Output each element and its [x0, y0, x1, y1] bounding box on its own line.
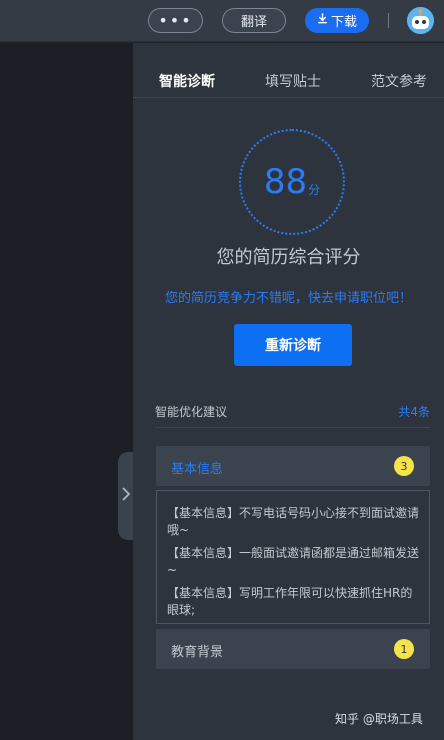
- download-button[interactable]: 下载: [305, 8, 369, 33]
- download-label: 下载: [330, 15, 357, 30]
- more-options-button[interactable]: •••: [148, 8, 203, 33]
- robot-avatar-icon[interactable]: [407, 7, 434, 34]
- tab-smart-diagnosis[interactable]: 智能诊断: [159, 71, 215, 91]
- score-title: 您的简历综合评分: [216, 247, 361, 268]
- tip-item: 【基本信息】写明工作年限可以快速抓住HR的眼球;: [167, 586, 413, 617]
- chevron-right-icon: [121, 486, 131, 506]
- left-workspace: [0, 43, 133, 740]
- divider: [155, 427, 430, 428]
- download-icon: [317, 13, 328, 28]
- score-value: 88: [263, 162, 308, 202]
- top-toolbar: ••• 翻译 下载: [0, 0, 444, 42]
- score-description: 您的简历竞争力不错呢，快去申请职位吧！: [164, 291, 412, 306]
- panel-collapse-handle[interactable]: [118, 452, 134, 540]
- diagnosis-panel: 智能诊断 填写贴士 范文参考 88 分 您的简历综合评分 您的简历竞争力不错呢，…: [133, 43, 444, 740]
- tip-item: 【基本信息】不写电话号码小心接不到面试邀请哦~: [167, 506, 420, 537]
- tab-writing-tips[interactable]: 填写贴士: [265, 71, 321, 91]
- panel-tabs: 智能诊断 填写贴士 范文参考: [133, 43, 444, 98]
- tip-item: 【基本信息】一般面试邀请函都是通过邮箱发送~: [167, 546, 420, 577]
- tab-sample-reference[interactable]: 范文参考: [371, 71, 427, 91]
- suggestions-heading: 智能优化建议: [155, 405, 228, 419]
- section-title: 基本信息: [171, 462, 224, 477]
- section-basic-info[interactable]: 基本信息 3: [156, 446, 430, 486]
- toolbar-divider: [388, 13, 389, 28]
- score-unit: 分: [308, 182, 321, 197]
- watermark: 知乎 @职场工具: [335, 712, 423, 726]
- section-education[interactable]: 教育背景 1: [156, 629, 430, 669]
- rediagnose-button[interactable]: 重新诊断: [234, 324, 352, 366]
- resume-score: 88 分: [239, 129, 345, 235]
- section-title: 教育背景: [171, 645, 224, 660]
- basic-info-tips: 【基本信息】不写电话号码小心接不到面试邀请哦~ 【基本信息】一般面试邀请函都是通…: [156, 490, 430, 624]
- translate-button[interactable]: 翻译: [222, 8, 286, 33]
- suggestions-count: 共4条: [398, 405, 430, 419]
- count-badge: 3: [394, 456, 414, 476]
- count-badge: 1: [394, 639, 414, 659]
